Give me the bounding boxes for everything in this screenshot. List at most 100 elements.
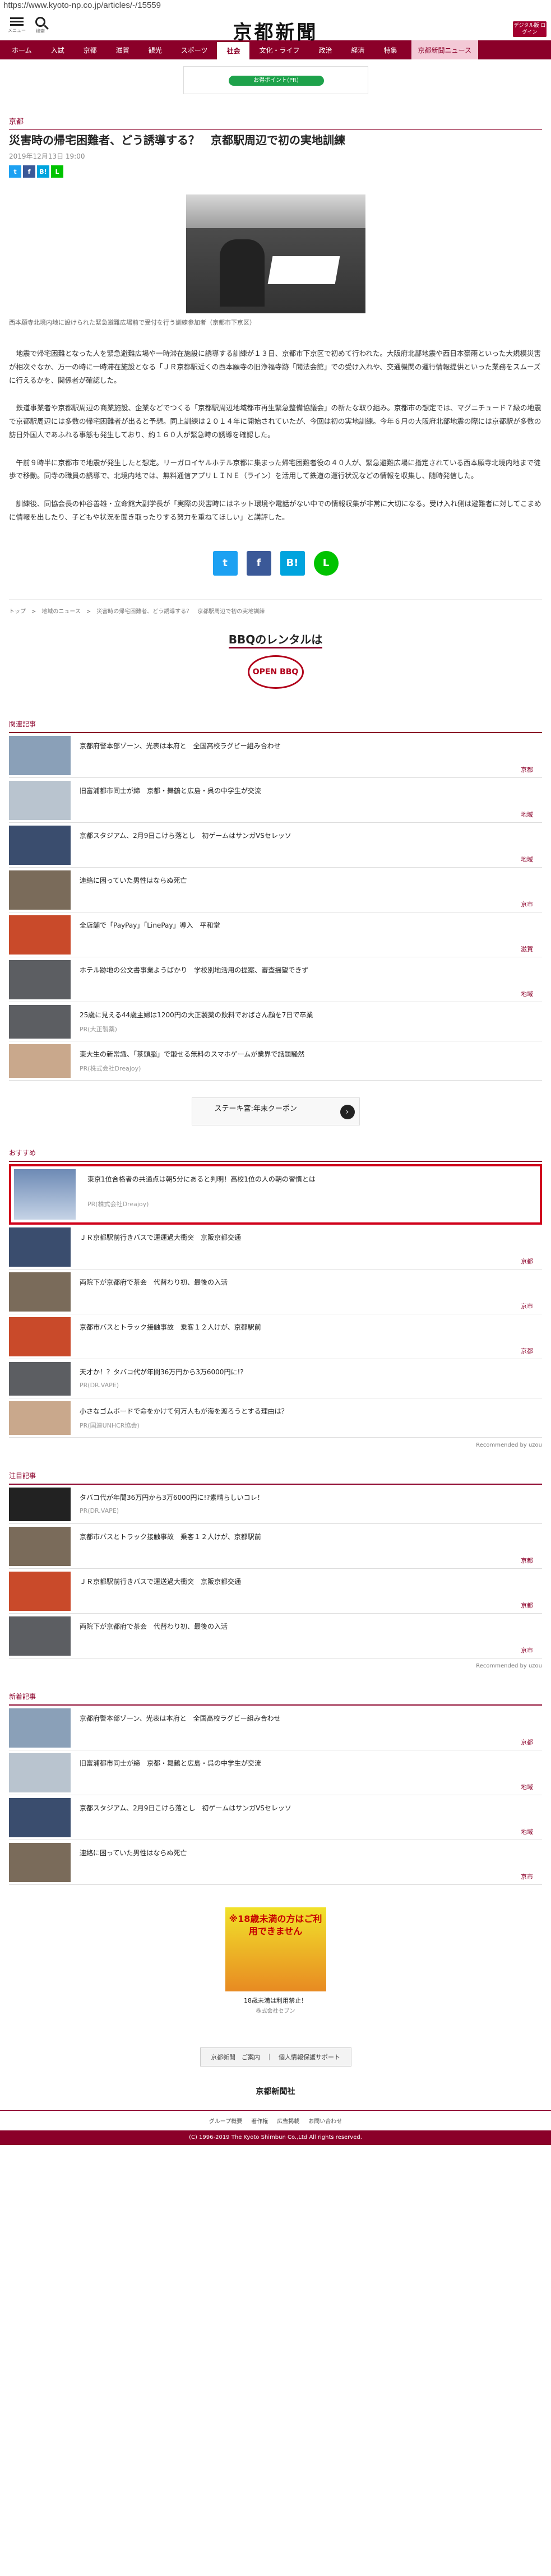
chevron-right-icon[interactable]: › (340, 1104, 355, 1119)
list-item[interactable]: 両院下が京都府で茶会 代替わり初、最後の入活京市 (9, 1270, 542, 1314)
article-photo (186, 194, 365, 313)
pr-source: PR(DR.VAPE) (80, 1381, 119, 1389)
list-item[interactable]: 両院下が京都府で茶会 代替わり初、最後の入活京市 (9, 1614, 542, 1658)
list-item-tag[interactable]: 京市 (521, 1301, 533, 1310)
list-item-tag[interactable]: 地域 (521, 810, 533, 819)
attention-source[interactable]: Recommended by uzou (9, 1663, 542, 1669)
article-thumb (9, 1842, 71, 1882)
line-icon[interactable]: L (51, 165, 63, 178)
pr-thumb (9, 1004, 71, 1039)
list-item-tag[interactable]: 地域 (521, 855, 533, 864)
footer-link[interactable]: 著作権 (251, 2116, 268, 2125)
twitter-icon[interactable]: t (9, 165, 21, 178)
list-item-tag[interactable]: 地域 (521, 1782, 533, 1791)
list-item[interactable]: 京都府警本部ゾーン、光表は本府と 全国高校ラグビー組み合わせ 京都 (9, 1706, 542, 1750)
list-item[interactable]: 旧富浦都市同士が締 京都・舞鶴と広島・呉の中学生が交流地域 (9, 778, 542, 823)
list-item[interactable]: 京都府警本部ゾーン、光表は本府と 全国高校ラグビー組み合わせ 京都 (9, 733, 542, 778)
article-thumb (9, 1616, 71, 1656)
list-item-title: 旧富浦都市同士が締 京都・舞鶴と広島・呉の中学生が交流 (80, 786, 262, 795)
bbq-ad[interactable]: BBQのレンタルは OPEN BBQ (220, 624, 332, 697)
list-item-title: ホテル跡地の公文書事業ようばかり 学校別地活用の提案、審査揺望できず (80, 966, 309, 974)
share-buttons-bottom: t f B! L (9, 550, 542, 576)
list-item-tag[interactable]: 京市 (521, 1646, 533, 1655)
footer-link[interactable]: グループ概要 (209, 2116, 242, 2125)
list-item[interactable]: ホテル跡地の公文書事業ようばかり 学校別地活用の提案、審査揺望できず地域 (9, 957, 542, 1002)
photo-caption: 西本願寺北境内地に設けられた緊急避難広場前で受付を行う訓練参加者（京都市下京区） (9, 319, 256, 326)
list-item-tag[interactable]: 滋賀 (521, 944, 533, 953)
inline-ad-text: ステーキ宮:年末クーポン (214, 1104, 297, 1113)
breadcrumb[interactable]: トップ > 地域のニュース > 災害時の帰宅困難者、どう誘導する？ 京都駅周辺で… (9, 599, 542, 615)
list-item-tag[interactable]: 京都 (521, 1556, 533, 1565)
list-item-title: 京都市バスとトラック接触事故 乗客１２人けが、京都駅前 (80, 1323, 261, 1331)
article-thumb (9, 1797, 71, 1837)
pr-item[interactable]: 天才か！？タバコ代が年間36万円から3万6000円に!? PR(DR.VAPE) (9, 1359, 542, 1398)
list-item-title: 全店舗で「PayPay」「LinePay」導入 平和堂 (80, 921, 220, 929)
inline-ad[interactable]: ステーキ宮:年末クーポン › (191, 1097, 360, 1125)
site-logo[interactable]: 京都新聞 (0, 17, 551, 44)
list-item[interactable]: 京都スタジアム、2月9日こけら落とし 初ゲームはサンガVSセレッソ地域 (9, 1795, 542, 1840)
pr-item[interactable]: 小さなゴムボードで命をかけて何万人もが海を渡ろうとする理由は？ PR(国連UNHC… (9, 1398, 542, 1438)
list-item-title: 京都スタジアム、2月9日こけら落とし 初ゲームはサンガVSセレッソ (80, 1804, 291, 1812)
list-item[interactable]: 旧富浦都市同士が締 京都・舞鶴と広島・呉の中学生が交流 地域 (9, 1750, 542, 1795)
bbq-ad-title: BBQのレンタルは (228, 631, 323, 648)
recommend-source[interactable]: Recommended by uzou (9, 1442, 542, 1448)
footer-logo[interactable]: 京都新聞社 (9, 2086, 542, 2097)
article-thumb (9, 1753, 71, 1792)
article-thumb (9, 1487, 71, 1521)
footer-link[interactable]: お問い合わせ (308, 2116, 342, 2125)
line-icon[interactable]: L (313, 550, 339, 576)
list-item-tag[interactable]: 京都 (521, 1601, 533, 1610)
hatena-icon[interactable]: B! (37, 165, 49, 178)
url-bar[interactable]: https://www.kyoto-np.co.jp/articles/-/15… (0, 0, 551, 11)
footer-links[interactable]: 京都新聞 ご案内 ｜ 個人情報保護サポート (200, 2047, 351, 2067)
footer-ad-box: ※18歳未満の方はご利用できません (225, 1907, 326, 1991)
article-thumb (9, 960, 71, 999)
list-item[interactable]: 京都市バスとトラック接触事故 乗客１２人けが、京都駅前京都 (9, 1314, 542, 1359)
pr-item[interactable]: 25歳に見える44歳主婦は1200円の大正製薬の飲料でおばさん顔を7日で卒業 PR… (9, 1002, 542, 1041)
ad-pill[interactable]: お得ポイント(PR) (228, 76, 324, 86)
attention-pr-source: PR(DR.VAPE) (80, 1507, 119, 1514)
hatena-icon[interactable]: B! (280, 550, 305, 576)
list-item-tag[interactable]: 京都 (521, 765, 533, 774)
list-item[interactable]: 全店舗で「PayPay」「LinePay」導入 平和堂滋賀 (9, 912, 542, 957)
latest-title: 新着記事 (9, 1692, 542, 1706)
pr-title: 東大生の新常識、「茶頭脳」で鍛せる無料のスマホゲームが業界で話題騒然 (80, 1050, 305, 1058)
share-buttons-top: t f B! L (9, 165, 542, 178)
pr-thumb (9, 1361, 71, 1396)
article-thumb (9, 735, 71, 775)
facebook-icon[interactable]: f (23, 165, 35, 178)
list-item[interactable]: タバコ代が年間36万円から3万6000円に!?素晴らしいコレ！ PR(DR.VA… (9, 1485, 542, 1524)
list-item[interactable]: 連絡に困っていた男性はならぬ死亡 京市 (9, 868, 542, 912)
list-item-title: 両院下が京都府で茶会 代替わり初、最後の入活 (80, 1278, 228, 1286)
list-item-tag[interactable]: 京都 (521, 1738, 533, 1746)
list-item-tag[interactable]: 京都 (521, 1257, 533, 1266)
pr-thumb (9, 1401, 71, 1435)
attention-list: 京都市バスとトラック接触事故 乗客１２人けが、京都駅前 京都 ＪＲ京都駅前行きバスで… (9, 1524, 542, 1658)
list-item-tag[interactable]: 京市 (521, 1872, 533, 1881)
latest-list: 京都府警本部ゾーン、光表は本府と 全国高校ラグビー組み合わせ 京都 旧富浦都市同士が… (9, 1706, 542, 1885)
highlight-thumb (14, 1169, 76, 1220)
list-item[interactable]: 京都市バスとトラック接触事故 乗客１２人けが、京都駅前 京都 (9, 1524, 542, 1569)
twitter-icon[interactable]: t (212, 550, 238, 576)
list-item[interactable]: ＪＲ京都駅前行きバスで運送過大衝突 京阪京都交通 京都 (9, 1569, 542, 1614)
digital-edition-button[interactable]: デジタル版 ログイン (513, 21, 547, 37)
footer-link[interactable]: 広告掲載 (277, 2116, 299, 2125)
footer-ad-source: 株式会社セブン (256, 2008, 295, 2014)
section-label[interactable]: 京都 (9, 115, 542, 130)
article-thumb (9, 1227, 71, 1267)
list-item-title: 両院下が京都府で茶会 代替わり初、最後の入活 (80, 1622, 228, 1630)
list-item-tag[interactable]: 地域 (521, 1827, 533, 1836)
list-item-tag[interactable]: 京都 (521, 1346, 533, 1355)
top-ad-banner[interactable]: お得ポイント(PR) (183, 66, 368, 94)
pr-item[interactable]: 東大生の新常識、「茶頭脳」で鍛せる無料のスマホゲームが業界で話題騒然 PR(株式会… (9, 1041, 542, 1081)
list-item-tag[interactable]: 地域 (521, 989, 533, 998)
list-item-tag[interactable]: 京市 (521, 900, 533, 909)
list-item[interactable]: 連絡に困っていた男性はならぬ死亡 京市 (9, 1840, 542, 1885)
list-item[interactable]: 京都スタジアム、2月9日こけら落とし 初ゲームはサンガVSセレッソ 地域 (9, 823, 542, 868)
list-item[interactable]: ＪＲ京都駅前行きバスで運運過大衝突 京阪京都交通京都 (9, 1225, 542, 1270)
article-paragraph: 地震で帰宅困難となった人を緊急避難広場や一時滞在施設に誘導する訓練が１３日、京都… (9, 349, 541, 384)
list-item-title: ＪＲ京都駅前行きバスで運運過大衝突 京阪京都交通 (80, 1233, 242, 1241)
recommend-highlight[interactable]: 東京1位合格者の共通点は朝5分にあると判明！高校1位の人の朝の習慣とは PR(株… (9, 1164, 542, 1225)
footer-ad[interactable]: ※18歳未満の方はご利用できません 18歳未満は利用禁止！ 株式会社セブン (225, 1907, 326, 2031)
facebook-icon[interactable]: f (246, 550, 271, 576)
